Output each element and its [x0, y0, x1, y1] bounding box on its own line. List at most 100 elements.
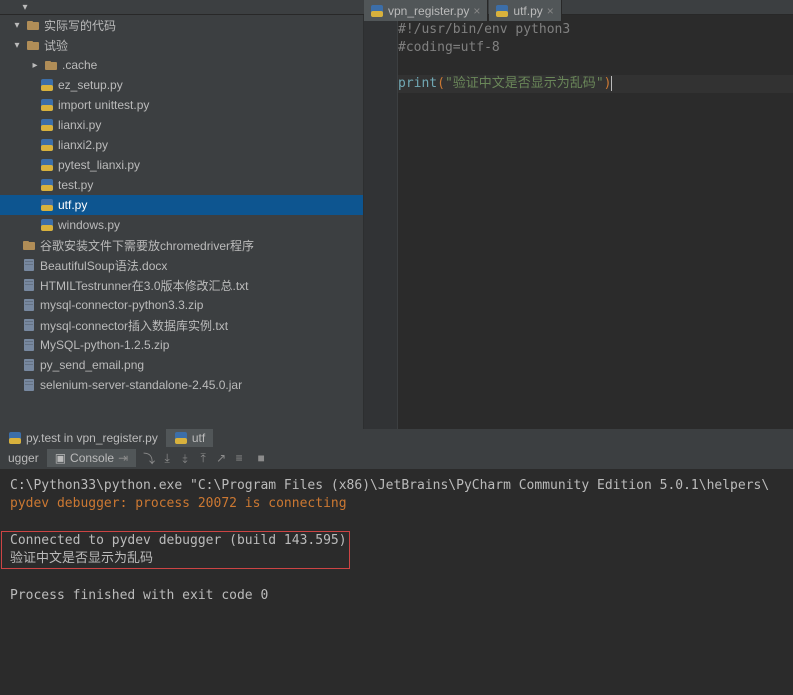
- python-file-icon: [8, 431, 22, 445]
- file-icon: [22, 338, 36, 352]
- tab-utf[interactable]: utf.py ×: [489, 0, 561, 21]
- run-tab-label: utf: [192, 431, 205, 445]
- editor-code[interactable]: #!/usr/bin/env python3 #coding=utf-8 pri…: [398, 15, 793, 429]
- tree-node-label: MySQL-python-1.2.5.zip: [40, 338, 169, 352]
- tree-node-label: .cache: [62, 58, 97, 72]
- tree-node[interactable]: BeautifulSoup语法.docx: [0, 255, 363, 275]
- run-tab-label: py.test in vpn_register.py: [26, 431, 158, 445]
- python-file-icon: [40, 218, 54, 232]
- tree-node[interactable]: ▾ 实际写的代码: [0, 15, 363, 35]
- step-over-icon[interactable]: ⤵: [140, 449, 158, 467]
- tree-node[interactable]: mysql-connector插入数据库实例.txt: [0, 315, 363, 335]
- file-icon: [22, 298, 36, 312]
- tree-node[interactable]: lianxi2.py: [0, 135, 363, 155]
- step-out-icon[interactable]: ⤒: [194, 449, 212, 467]
- console-tab-label: Console: [70, 451, 114, 465]
- tree-node-label: HTMILTestrunner在3.0版本修改汇总.txt: [40, 277, 249, 294]
- folder-icon: [26, 18, 40, 32]
- folder-icon: [22, 238, 36, 252]
- debug-console[interactable]: C:\Python33\python.exe "C:\Program Files…: [0, 469, 793, 695]
- file-icon: [22, 318, 36, 332]
- tree-node[interactable]: utf.py: [0, 195, 363, 215]
- tab-label: vpn_register.py: [388, 4, 469, 18]
- tree-node[interactable]: ez_setup.py: [0, 75, 363, 95]
- python-file-icon: [40, 198, 54, 212]
- tree-node[interactable]: py_send_email.png: [0, 355, 363, 375]
- debugger-tab-label: ugger: [8, 451, 39, 465]
- code-line: #coding=utf-8: [398, 40, 500, 55]
- folder-icon: [44, 58, 58, 72]
- tree-node[interactable]: ▾ 试验: [0, 35, 363, 55]
- close-icon[interactable]: ×: [473, 4, 481, 18]
- close-icon[interactable]: ×: [547, 4, 555, 18]
- chevron-icon[interactable]: ▾: [12, 20, 22, 31]
- code-token-paren: (: [437, 76, 445, 91]
- debugger-tab[interactable]: ugger: [0, 449, 47, 467]
- console-line: C:\Python33\python.exe "C:\Program Files…: [10, 478, 769, 493]
- code-token-quote: ": [596, 76, 604, 91]
- pin-icon[interactable]: ⇥: [118, 451, 128, 465]
- code-token-string: 验证中文是否显示为乱码: [453, 76, 596, 91]
- tree-node[interactable]: selenium-server-standalone-2.45.0.jar: [0, 375, 363, 395]
- tree-node-label: 实际写的代码: [44, 17, 116, 34]
- tab-vpn-register[interactable]: vpn_register.py ×: [364, 0, 488, 21]
- tree-node[interactable]: 谷歌安装文件下需要放chromedriver程序: [0, 235, 363, 255]
- tree-node-label: 试验: [44, 37, 68, 54]
- python-file-icon: [40, 178, 54, 192]
- tree-node-label: pytest_lianxi.py: [58, 158, 140, 172]
- console-line: pydev debugger: process 20072 is connect…: [10, 496, 347, 511]
- file-icon: [22, 258, 36, 272]
- folder-icon: [26, 38, 40, 52]
- run-tab-utf[interactable]: utf: [166, 429, 213, 447]
- python-file-icon: [40, 158, 54, 172]
- evaluate-icon[interactable]: ≡: [230, 449, 248, 467]
- code-token-fn: print: [398, 76, 437, 91]
- force-step-into-icon[interactable]: ⤈: [176, 449, 194, 467]
- chevron-icon[interactable]: ▸: [30, 60, 40, 71]
- run-tab-pytest[interactable]: py.test in vpn_register.py: [0, 429, 166, 447]
- python-file-icon: [495, 4, 509, 18]
- tree-node-label: BeautifulSoup语法.docx: [40, 257, 167, 274]
- stop-icon[interactable]: ■: [252, 449, 270, 467]
- tab-label: utf.py: [513, 4, 542, 18]
- tree-node[interactable]: test.py: [0, 175, 363, 195]
- tree-node[interactable]: HTMILTestrunner在3.0版本修改汇总.txt: [0, 275, 363, 295]
- tree-node-label: windows.py: [58, 218, 120, 232]
- editor-gutter[interactable]: [364, 15, 398, 429]
- code-token-paren: ): [604, 76, 612, 91]
- tree-node[interactable]: ▸ .cache: [0, 55, 363, 75]
- file-icon: [22, 358, 36, 372]
- tree-node[interactable]: lianxi.py: [0, 115, 363, 135]
- python-file-icon: [40, 118, 54, 132]
- debug-toolwindow-tabs: ugger ▣ Console ⇥ ⤵ ⤓ ⤈ ⤒ ↗ ≡ ■: [0, 447, 793, 469]
- file-icon: [22, 378, 36, 392]
- file-icon: [22, 278, 36, 292]
- tree-node[interactable]: pytest_lianxi.py: [0, 155, 363, 175]
- tree-node-label: test.py: [58, 178, 93, 192]
- code-token-quote: ": [445, 76, 453, 91]
- console-line: Connected to pydev debugger (build 143.5…: [10, 533, 347, 548]
- tree-node-label: import unittest.py: [58, 98, 149, 112]
- console-line: 验证中文是否显示为乱码: [10, 551, 153, 566]
- tree-node[interactable]: windows.py: [0, 215, 363, 235]
- tree-node-label: mysql-connector-python3.3.zip: [40, 298, 203, 312]
- main-toolbar: ▾ ⟳ ☷ ⌖ ⇣ vpn_register.py × utf.py ×: [0, 0, 793, 15]
- console-tab[interactable]: ▣ Console ⇥: [47, 449, 136, 467]
- chevron-icon[interactable]: ▾: [12, 40, 22, 51]
- python-file-icon: [370, 4, 384, 18]
- toolbar-caret-icon[interactable]: ▾: [20, 2, 30, 13]
- tree-node-label: selenium-server-standalone-2.45.0.jar: [40, 378, 242, 392]
- tree-node[interactable]: MySQL-python-1.2.5.zip: [0, 335, 363, 355]
- project-tree[interactable]: ▾ 实际写的代码 ▾ 试验 ▸ .cache ez_setup.pyimport unitt…: [0, 15, 364, 429]
- python-file-icon: [40, 138, 54, 152]
- tree-node[interactable]: import unittest.py: [0, 95, 363, 115]
- tree-node-label: ez_setup.py: [58, 78, 123, 92]
- editor[interactable]: #!/usr/bin/env python3 #coding=utf-8 pri…: [364, 15, 793, 429]
- step-into-icon[interactable]: ⤓: [158, 449, 176, 467]
- tree-node[interactable]: mysql-connector-python3.3.zip: [0, 295, 363, 315]
- tree-node-label: utf.py: [58, 198, 87, 212]
- code-line: #!/usr/bin/env python3: [398, 22, 570, 37]
- console-output-highlight: Connected to pydev debugger (build 143.5…: [1, 531, 350, 569]
- run-to-cursor-icon[interactable]: ↗: [212, 449, 230, 467]
- tree-node-label: lianxi.py: [58, 118, 101, 132]
